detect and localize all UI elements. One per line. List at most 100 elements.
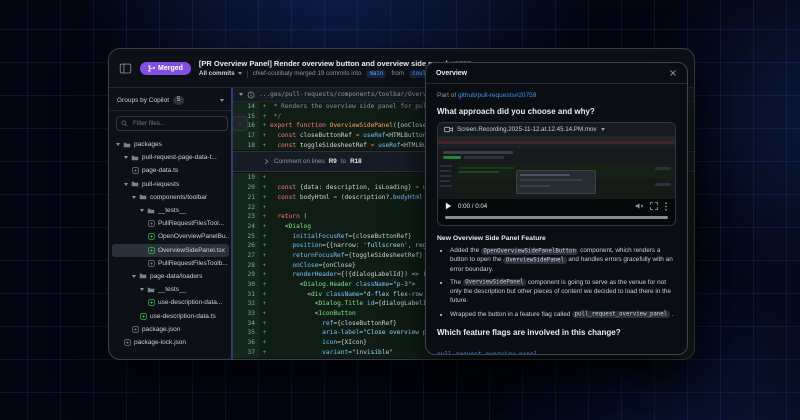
thumb-pill: [655, 167, 671, 170]
file-tree: packages pull-request-page-data-t... page-…: [109, 137, 232, 350]
diff-added-marker: +: [259, 261, 270, 271]
play-icon[interactable]: [445, 202, 452, 210]
diff-line-number: 18: [233, 141, 259, 151]
thumb-pill: [655, 183, 671, 186]
tree-file-item[interactable]: use-description-data...: [112, 296, 229, 309]
tree-folder-item[interactable]: __tests__: [112, 204, 229, 217]
tree-file-item[interactable]: PullRequestFilesToolb...: [112, 257, 229, 270]
diff-added-marker: +: [259, 348, 270, 358]
feature-bullet: The OverviewSidePanel component is going…: [450, 278, 676, 306]
diff-added-marker: +: [259, 131, 270, 141]
comment-row-text: to: [341, 158, 346, 165]
tree-item-label: PullRequestFilesTool...: [158, 220, 224, 227]
tree-file-item[interactable]: package.json: [112, 323, 229, 336]
filter-files-field[interactable]: [131, 119, 223, 128]
group-by-label: Groups by Copilot: [117, 97, 169, 104]
tree-item-label: PullRequestFilesToolb...: [158, 260, 228, 267]
diff-added-marker: +: [259, 121, 270, 131]
diff-added-marker: +: [259, 241, 270, 251]
base-branch-chip[interactable]: main: [366, 70, 386, 78]
tree-item-label: package.json: [142, 326, 180, 333]
diff-line-number: 32: [233, 299, 259, 309]
part-of-line: Part of github/pull-requests#20759: [437, 92, 676, 99]
chevron-down-icon: [140, 288, 144, 291]
video-thumbnail[interactable]: [438, 137, 675, 199]
diff-line-number: 21: [233, 193, 259, 203]
commits-filter-dropdown[interactable]: All commits: [199, 70, 242, 77]
feature-bullet: Wrapped the button in a feature flag cal…: [450, 310, 676, 319]
tree-item-label: page-data.ts: [142, 167, 178, 174]
tree-folder-item[interactable]: page-data/loaders: [112, 270, 229, 283]
tree-item-label: pull-request-page-data-t...: [142, 154, 217, 161]
diff-line-number: 34: [233, 319, 259, 329]
tree-file-item[interactable]: OpenOverviewPanelBu...: [112, 230, 229, 243]
thumb-tree-line: [440, 185, 452, 187]
overview-panel-content: Part of github/pull-requests#20759 What …: [426, 84, 687, 354]
video-camera-icon: [444, 126, 453, 133]
tree-file-item[interactable]: package-lock.json: [112, 336, 229, 349]
video-header[interactable]: Screen.Recording.2025-11-12.at.12.45.14.…: [438, 123, 675, 137]
muted-speaker-icon[interactable]: [635, 202, 644, 210]
diff-modified-icon: [132, 167, 139, 174]
tree-item-label: __tests__: [158, 286, 186, 293]
tree-folder-item[interactable]: packages: [112, 138, 229, 151]
chevron-right-icon: [263, 158, 270, 165]
tree-item-label: packages: [134, 141, 162, 148]
chevron-down-icon: [238, 72, 242, 75]
diff-added-marker: +: [259, 102, 270, 112]
folder-icon: [147, 207, 155, 215]
tree-folder-item[interactable]: pull-requests: [112, 178, 229, 191]
sidebar-toggle-icon[interactable]: [119, 62, 132, 75]
thumb-tree-line: [440, 175, 452, 177]
diff-line-number: 30: [233, 280, 259, 290]
parent-pr-link[interactable]: github/pull-requests#20759: [458, 92, 536, 99]
thumb-text-bar: [443, 151, 513, 154]
file-tree-sidebar: Groups by Copilot 5 packages pull-request…: [109, 88, 233, 359]
diff-added-icon: [148, 299, 155, 306]
tree-file-item[interactable]: page-data.ts: [112, 164, 229, 177]
inline-code-chip: OpenOverviewSidePanelButton: [481, 248, 578, 255]
tree-item-label: use-description-data.ts: [150, 313, 216, 320]
diff-added-marker: +: [259, 251, 270, 261]
diff-line-number: 20: [233, 183, 259, 193]
folder-icon: [139, 193, 147, 201]
diff-line-number: 23: [233, 212, 259, 222]
fullscreen-icon[interactable]: [650, 202, 658, 210]
filter-files-input[interactable]: [116, 116, 228, 131]
diff-line-number: 25: [233, 232, 259, 242]
folder-icon: [147, 286, 155, 294]
group-count-badge: 5: [173, 96, 184, 105]
sidebar-resizer[interactable]: [231, 88, 233, 359]
kebab-menu-icon[interactable]: [664, 202, 668, 211]
diff-modified-icon: [124, 339, 131, 346]
video-scrubber[interactable]: [445, 216, 668, 219]
diff-added-marker: +: [259, 299, 270, 309]
desktop-background: Merged [PR Overview Panel] Render overvi…: [0, 0, 800, 420]
diff-line-number: 19: [233, 173, 259, 183]
diff-added-marker: +: [259, 112, 270, 122]
comment-row-text: Comment on lines: [274, 158, 325, 165]
tree-item-label: components/toolbar: [150, 194, 207, 201]
tree-folder-item[interactable]: pull-request-page-data-t...: [112, 151, 229, 164]
close-icon[interactable]: [669, 69, 677, 77]
thumb-menu-line: [520, 185, 550, 187]
diff-line-number: 37: [233, 348, 259, 358]
section-heading: New Overview Side Panel Feature: [437, 235, 676, 242]
feature-flag-link[interactable]: pull_request_overview_panel: [437, 351, 538, 354]
info-icon: [247, 91, 255, 99]
tree-file-item[interactable]: use-description-data.ts: [112, 309, 229, 322]
tree-folder-item[interactable]: components/toolbar: [112, 191, 229, 204]
funnel-icon: [239, 120, 241, 128]
tree-file-item[interactable]: PullRequestFilesTool...: [112, 217, 229, 230]
diff-line-number: 35: [233, 328, 259, 338]
tree-folder-item[interactable]: __tests__: [112, 283, 229, 296]
filter-options-button[interactable]: [232, 116, 248, 131]
group-by-dropdown[interactable]: Groups by Copilot 5: [109, 92, 232, 110]
tree-file-item[interactable]: OverviewSidePanel.tsx: [112, 244, 229, 257]
folder-icon: [131, 180, 139, 188]
question-approach: What approach did you choose and why?: [437, 107, 676, 116]
video-filename: Screen.Recording.2025-11-12.at.12.45.14.…: [457, 126, 597, 133]
folder-icon: [123, 141, 131, 149]
question-feature-flags: Which feature flags are involved in this…: [437, 328, 676, 337]
diff-added-icon: [148, 233, 155, 240]
